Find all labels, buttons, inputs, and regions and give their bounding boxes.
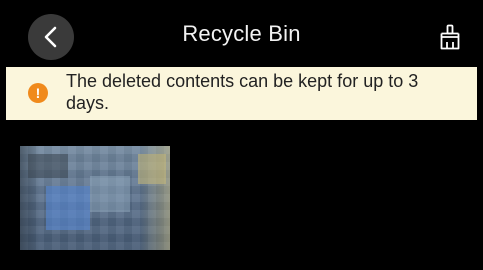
broom-clean-icon xyxy=(440,24,460,50)
warning-circle-icon: ! xyxy=(28,83,48,103)
notice-text: The deleted contents can be kept for up … xyxy=(66,71,419,113)
recycle-bin-screen: Recycle Bin ! The deleted contents can b… xyxy=(6,6,477,264)
deleted-photo-thumbnail[interactable] xyxy=(20,146,170,250)
clean-button[interactable] xyxy=(436,23,464,51)
retention-notice-banner: ! The deleted contents can be kept for u… xyxy=(6,67,477,120)
deleted-items-grid xyxy=(20,146,170,250)
title-bar: Recycle Bin xyxy=(6,6,477,66)
page-title: Recycle Bin xyxy=(182,21,301,46)
